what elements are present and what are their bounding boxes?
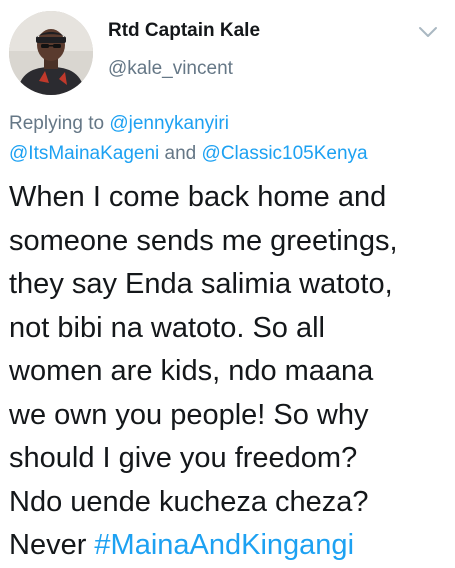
replying-to-line: Replying to @jennykanyiri — [9, 113, 229, 135]
display-name[interactable]: Rtd Captain Kale — [108, 20, 260, 42]
replying-to-conjunction: and — [159, 143, 202, 164]
replying-to-label: Replying to — [9, 113, 110, 134]
tweet-text-line: When I come back home and — [9, 181, 387, 213]
mention-link[interactable]: @ItsMainaKageni — [9, 143, 159, 164]
tweet-text: When I come back home and someone sends … — [9, 176, 449, 568]
replying-to-line-2: @ItsMainaKageni and @Classic105Kenya — [9, 143, 368, 165]
tweet-text-word: Never — [9, 529, 95, 561]
tweet-text-line: someone sends me greetings, — [9, 224, 398, 257]
user-handle[interactable]: @kale_vincent — [108, 58, 233, 80]
chevron-down-icon[interactable] — [417, 24, 439, 40]
tweet-text-line: Ndo uende kucheza cheza? — [9, 485, 369, 518]
tweet-text-line: should I give you freedom? — [9, 442, 358, 474]
avatar[interactable] — [9, 11, 93, 95]
tweet-text-line: we own you people! So why — [9, 398, 369, 431]
mention-link[interactable]: @Classic105Kenya — [202, 143, 368, 164]
tweet-text-line: they say Enda salimia watoto, — [9, 268, 393, 300]
hashtag-link[interactable]: #MainaAndKingangi — [94, 529, 354, 561]
mention-link[interactable]: @jennykanyiri — [109, 113, 229, 134]
tweet-card: Rtd Captain Kale @kale_vincent Replying … — [0, 0, 455, 561]
user-avatar-icon — [9, 11, 93, 95]
tweet-text-line: not bibi na watoto. So all — [9, 311, 325, 344]
tweet-text-line: women are kids, ndo maana — [9, 355, 374, 387]
